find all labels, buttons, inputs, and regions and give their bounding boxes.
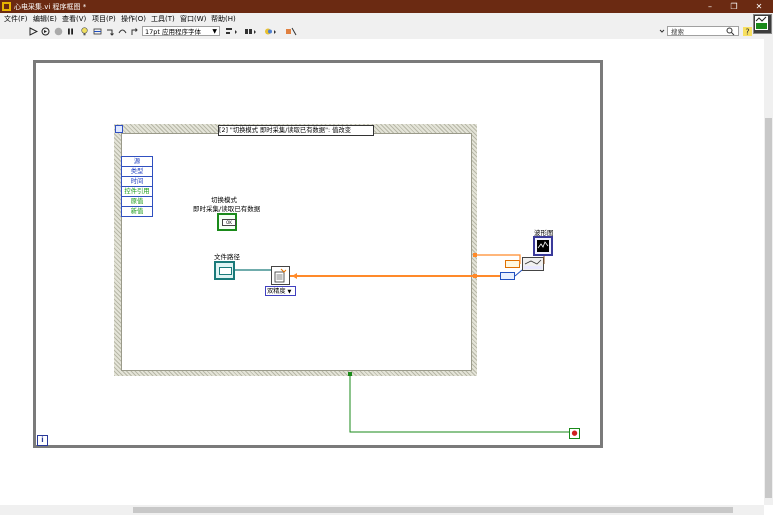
wires-layer — [235, 253, 569, 433]
tunnel-right-upper[interactable] — [473, 253, 477, 257]
stop-wire[interactable] — [349, 374, 569, 433]
dt-wire[interactable] — [514, 269, 523, 277]
tunnel-right-lower[interactable] — [473, 274, 477, 278]
data-wire-t0[interactable] — [476, 254, 521, 264]
wire-arrow-icon — [292, 273, 297, 279]
loop-stop-terminal[interactable]: ● — [569, 428, 580, 439]
tunnel-bottom[interactable] — [348, 372, 352, 376]
iteration-terminal[interactable]: i — [37, 435, 48, 446]
